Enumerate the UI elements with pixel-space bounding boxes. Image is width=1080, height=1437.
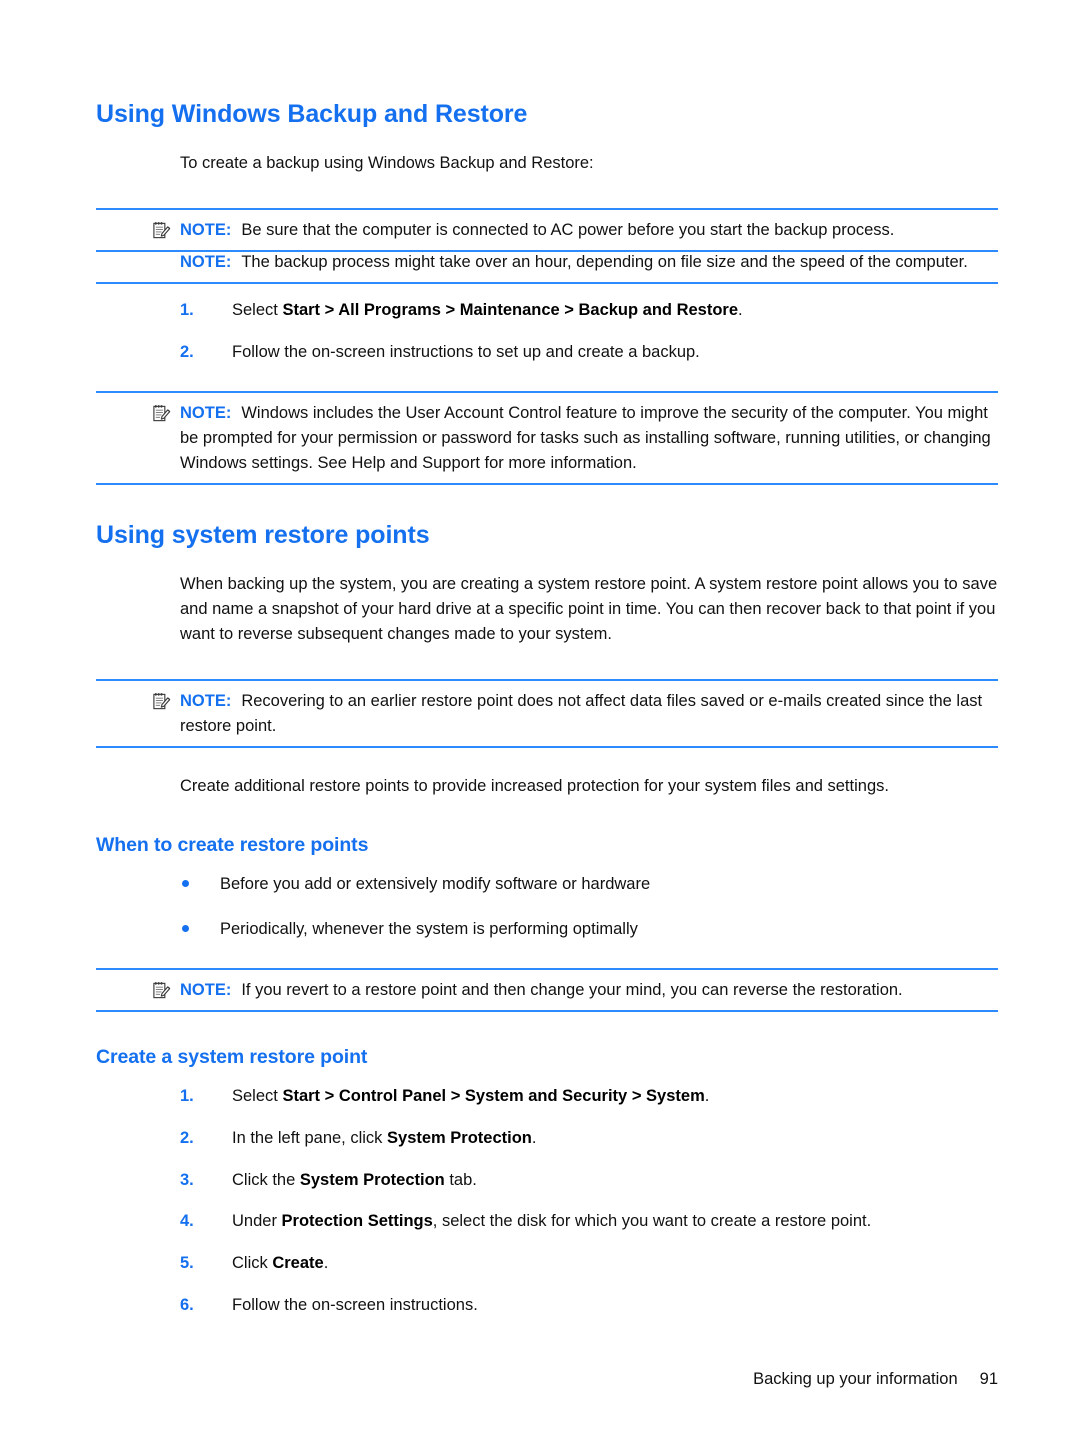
note-block-ac-power: NOTE: Be sure that the computer is connec…: [96, 207, 998, 253]
note-content: Recovering to an earlier restore point d…: [180, 692, 983, 736]
page-content: Using Windows Backup and Restore To crea…: [96, 100, 998, 1318]
list-number: 2.: [180, 342, 194, 361]
list-number: 4.: [180, 1212, 194, 1231]
note-content: Windows includes the User Account Contro…: [180, 403, 991, 472]
list-item: 3. Click the System Protection tab.: [96, 1168, 998, 1193]
note-text: NOTE: Recovering to an earlier restore po…: [180, 689, 998, 739]
list-item: 4. Under Protection Settings, select the…: [96, 1209, 998, 1234]
restore-points-paragraph: When backing up the system, you are crea…: [180, 574, 998, 644]
list-text-bold: Create: [272, 1254, 324, 1273]
list-number: 3.: [180, 1170, 194, 1189]
list-text-bold: Start > All Programs > Maintenance > Bac…: [282, 301, 739, 320]
note-label: NOTE:: [180, 692, 232, 711]
page-title-system-restore-points: Using system restore points: [96, 520, 430, 549]
document-page: Using Windows Backup and Restore To crea…: [0, 0, 1080, 1437]
note-text: NOTE: The backup process might take over …: [180, 250, 998, 275]
list-text-bold: System Protection: [299, 1170, 445, 1189]
note-content: Be sure that the computer is connected t…: [241, 220, 895, 239]
footer-section-title: Backing up your information: [753, 1370, 958, 1388]
note-text: NOTE: If you revert to a restore point an…: [180, 978, 998, 1003]
note-label: NOTE:: [180, 980, 232, 999]
note-block-reverse-restoration: NOTE: If you revert to a restore point an…: [96, 967, 998, 1012]
list-text-post: .: [738, 301, 743, 320]
list-text: Periodically, whenever the system is per…: [220, 919, 638, 938]
list-text-bold: Protection Settings: [281, 1212, 433, 1231]
list-text-pre: Follow the on-screen instructions.: [232, 1295, 478, 1314]
note-text: NOTE: Be sure that the computer is connec…: [180, 218, 998, 243]
when-to-create-bullets: Before you add or extensively modify sof…: [96, 872, 998, 942]
note-pencil-icon: [152, 692, 171, 711]
note-pencil-icon: [152, 981, 171, 1000]
list-item: 2. In the left pane, click System Protec…: [96, 1126, 998, 1151]
list-number: 2.: [180, 1128, 194, 1147]
subheading-create-restore-point: Create a system restore point: [96, 1045, 368, 1068]
note-block-user-account-control: NOTE: Windows includes the User Account C…: [96, 390, 998, 485]
list-item: 5. Click Create.: [96, 1251, 998, 1276]
list-item: 2. Follow the on-screen instructions to …: [96, 340, 998, 365]
list-text-pre: Select: [232, 1087, 283, 1106]
list-text-post: .: [531, 1128, 537, 1147]
note-label: NOTE:: [180, 253, 232, 272]
subheading-when-to-create: When to create restore points: [96, 833, 369, 856]
list-number: 1.: [180, 301, 194, 320]
list-number: 6.: [180, 1295, 194, 1314]
list-text-pre: Select: [232, 301, 283, 320]
additional-restore-points-paragraph: Create additional restore points to prov…: [180, 777, 889, 796]
footer-page-number: 91: [979, 1370, 998, 1388]
list-item: 6. Follow the on-screen instructions.: [96, 1293, 998, 1318]
note-block-recovering-restore-point: NOTE: Recovering to an earlier restore po…: [96, 679, 998, 749]
note-content: The backup process might take over an ho…: [241, 253, 968, 272]
list-text-post: .: [323, 1254, 329, 1273]
list-text-pre: Click the: [232, 1170, 300, 1189]
note-content: If you revert to a restore point and the…: [241, 980, 903, 999]
note-label: NOTE:: [180, 403, 232, 422]
note-pencil-icon: [152, 221, 171, 240]
note-label: NOTE:: [180, 220, 232, 239]
intro-paragraph: To create a backup using Windows Backup …: [180, 153, 594, 172]
note-pencil-icon: [152, 404, 171, 423]
list-item: Before you add or extensively modify sof…: [96, 872, 998, 897]
list-number: 5.: [180, 1254, 194, 1273]
list-item: 1. Select Start > All Programs > Mainten…: [96, 298, 998, 323]
list-text-bold: Start > Control Panel > System and Secur…: [282, 1087, 705, 1106]
note-text: NOTE: Windows includes the User Account C…: [180, 401, 998, 476]
page-title-backup-restore: Using Windows Backup and Restore: [96, 100, 528, 128]
list-text-bold: System Protection: [387, 1128, 532, 1147]
note-block-backup-duration: NOTE: The backup process might take over …: [96, 250, 998, 285]
bullet-dot-icon: [182, 880, 189, 888]
bullet-dot-icon: [182, 924, 189, 932]
list-text: Before you add or extensively modify sof…: [220, 875, 651, 894]
list-text-pre: Follow the on-screen instructions to set…: [232, 342, 700, 361]
list-text-pre: In the left pane, click: [232, 1128, 388, 1147]
list-text-pre: Under: [232, 1212, 282, 1231]
list-item: Periodically, whenever the system is per…: [96, 917, 998, 942]
list-number: 1.: [180, 1087, 194, 1106]
backup-steps-list: 1. Select Start > All Programs > Mainten…: [96, 298, 998, 365]
list-text-post: , select the disk for which you want to …: [432, 1212, 872, 1231]
list-text-post: tab.: [444, 1170, 477, 1189]
list-text-post: .: [704, 1087, 710, 1106]
list-item: 1. Select Start > Control Panel > System…: [96, 1084, 998, 1109]
create-restore-point-steps: 1. Select Start > Control Panel > System…: [96, 1084, 998, 1318]
page-footer: Backing up your information 91: [0, 1370, 998, 1389]
list-text-pre: Click: [232, 1254, 273, 1273]
